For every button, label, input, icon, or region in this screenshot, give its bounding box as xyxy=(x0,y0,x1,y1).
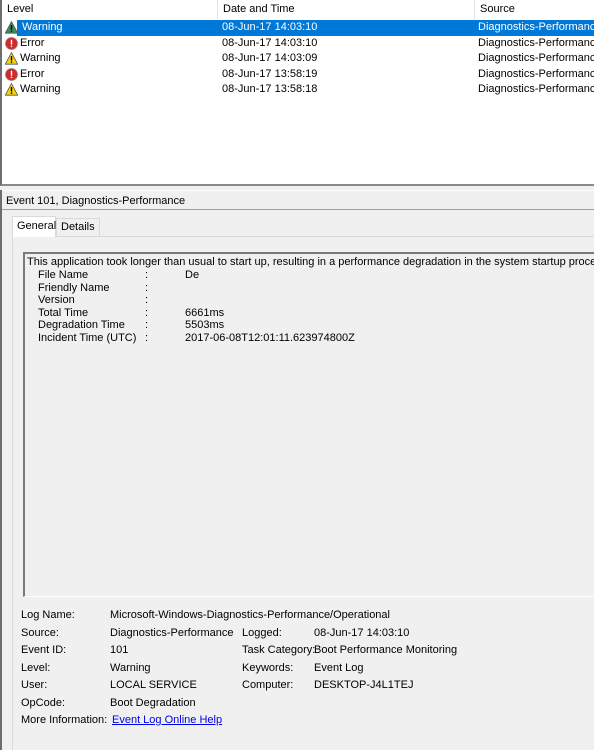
description-intro: This application took longer than usual … xyxy=(27,256,594,268)
log-name-value: Microsoft-Windows-Diagnostics-Performanc… xyxy=(110,609,390,621)
event-source-cell: Diagnostics-Performance xyxy=(478,52,594,65)
event-date-cell: 08-Jun-17 14:03:10 xyxy=(222,21,318,33)
field-separator: : xyxy=(145,319,149,332)
column-header-source[interactable]: Source xyxy=(475,0,594,19)
event-detail-title: Event 101, Diagnostics-Performance xyxy=(2,190,594,210)
event-list[interactable]: Level Date and Time Source Warning 08-Jun… xyxy=(0,0,594,186)
field-separator: : xyxy=(145,281,149,294)
task-category-value: Boot Performance Monitoring xyxy=(314,644,458,656)
field-value: 6661ms xyxy=(185,306,225,319)
event-date-cell: 08-Jun-17 14:03:10 xyxy=(222,36,318,49)
event-description[interactable]: This application took longer than usual … xyxy=(23,252,594,597)
opcode-label: OpCode: xyxy=(21,696,66,709)
field-value: De xyxy=(185,269,200,281)
warning-icon xyxy=(4,83,19,96)
source-label: Source: xyxy=(21,626,59,639)
field-separator: : xyxy=(145,269,149,281)
warning-icon xyxy=(4,51,19,65)
event-row[interactable]: Error 08-Jun-17 13:58:19 Diagnostics-Perfo… xyxy=(2,67,594,83)
warning-icon xyxy=(4,20,19,34)
keywords-value: Event Log xyxy=(314,661,364,674)
column-header-date-and-time[interactable]: Date and Time xyxy=(218,0,475,19)
field-name: Friendly Name xyxy=(38,281,110,294)
event-level-text: Warning xyxy=(20,52,61,65)
event-source-cell: Diagnostics-Performance xyxy=(478,36,594,49)
field-name: Total Time xyxy=(38,306,89,319)
event-level-text: Warning xyxy=(22,21,63,33)
event-date-cell: 08-Jun-17 13:58:19 xyxy=(222,67,318,80)
field-value: 2017-06-08T12:01:11.623974800Z xyxy=(185,332,355,344)
user-value: LOCAL SERVICE xyxy=(110,679,197,691)
event-row[interactable]: Warning 08-Jun-17 13:58:18 Diagnostics-Per… xyxy=(2,82,594,98)
field-separator: : xyxy=(145,306,149,319)
field-name: Version xyxy=(38,294,75,307)
field-separator: : xyxy=(145,294,149,307)
logged-label: Logged: xyxy=(242,626,282,639)
event-list-rows: Warning 08-Jun-17 14:03:10 Diagnostics-Per… xyxy=(2,20,594,98)
opcode-value: Boot Degradation xyxy=(110,696,196,709)
field-name: File Name xyxy=(38,269,89,281)
level-label: Level: xyxy=(21,661,51,674)
tab-details[interactable]: Details xyxy=(56,218,100,236)
log-name-label: Log Name: xyxy=(21,609,75,621)
event-level-text: Error xyxy=(20,67,45,80)
event-date-cell: 08-Jun-17 13:58:18 xyxy=(222,83,318,96)
event-source-cell: Diagnostics-Performance xyxy=(478,83,594,96)
event-list-header: Level Date and Time Source xyxy=(2,0,594,19)
error-icon xyxy=(5,67,18,81)
field-name: Degradation Time xyxy=(38,319,125,332)
field-value: 5503ms xyxy=(185,319,225,332)
event-detail-pane: Event 101, Diagnostics-Performance Gener… xyxy=(0,190,594,750)
logged-value: 08-Jun-17 14:03:10 xyxy=(314,626,410,639)
source-value: Diagnostics-Performance xyxy=(110,626,234,639)
event-source-cell: Diagnostics-Performance xyxy=(478,21,594,33)
computer-value: DESKTOP-J4L1TEJ xyxy=(314,679,414,691)
error-icon xyxy=(5,36,18,50)
event-id-value: 101 xyxy=(110,644,129,656)
event-row[interactable]: Warning 08-Jun-17 14:03:09 Diagnostics-Per… xyxy=(2,51,594,67)
task-category-label: Task Category: xyxy=(242,644,316,656)
event-level-text: Warning xyxy=(20,83,61,96)
tab-general[interactable]: General xyxy=(12,216,56,237)
keywords-label: Keywords: xyxy=(242,661,294,674)
event-source-cell: Diagnostics-Performance xyxy=(478,67,594,80)
event-row[interactable]: Warning 08-Jun-17 14:03:10 Diagnostics-Per… xyxy=(2,20,594,36)
column-header-level[interactable]: Level xyxy=(2,0,218,19)
general-tab-page: This application took longer than usual … xyxy=(12,236,594,750)
computer-label: Computer: xyxy=(242,679,294,691)
event-log-online-help-link[interactable]: Event Log Online Help xyxy=(112,714,222,726)
event-date-cell: 08-Jun-17 14:03:09 xyxy=(222,52,318,65)
field-separator: : xyxy=(145,332,149,344)
user-label: User: xyxy=(21,679,48,691)
event-row[interactable]: Error 08-Jun-17 14:03:10 Diagnostics-Perfo… xyxy=(2,36,594,52)
level-value: Warning xyxy=(110,661,151,674)
event-level-text: Error xyxy=(20,36,45,49)
event-id-label: Event ID: xyxy=(21,644,67,656)
more-information-label: More Information: xyxy=(21,714,108,726)
field-name: Incident Time (UTC) xyxy=(38,332,137,344)
